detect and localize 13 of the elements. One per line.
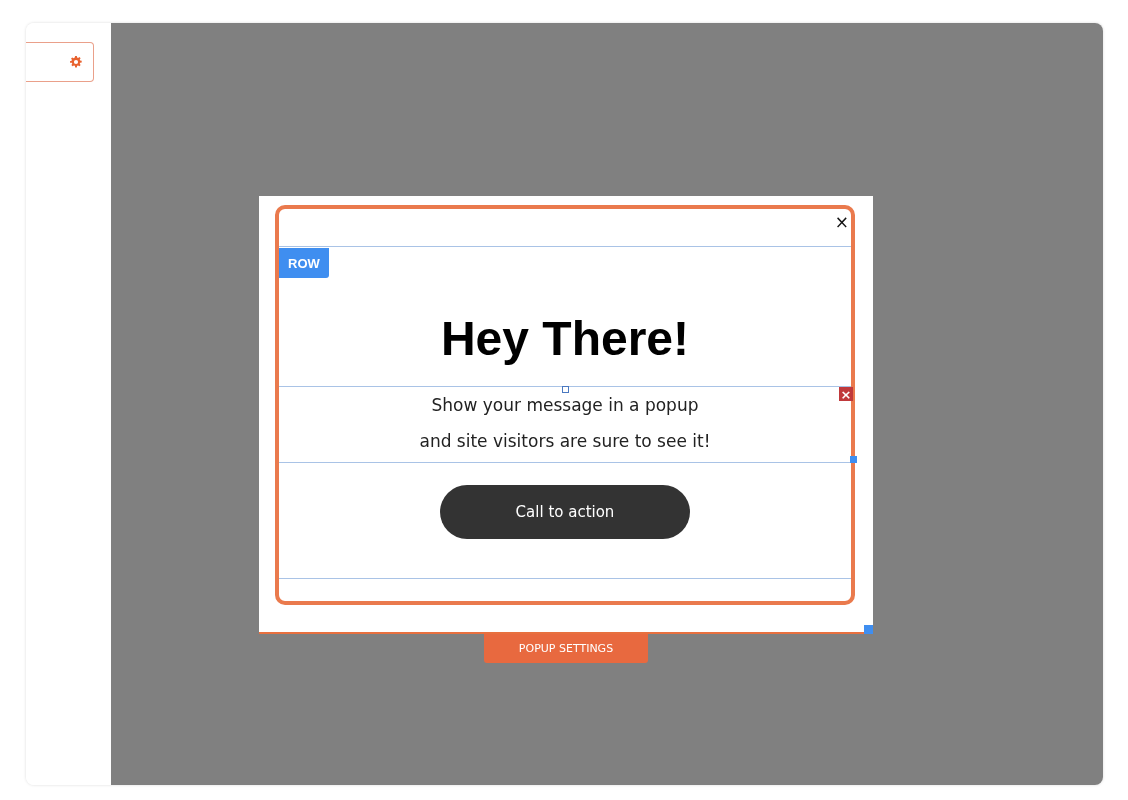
delete-button[interactable]: ×: [839, 387, 853, 401]
popup-heading: Hey There!: [440, 310, 690, 366]
close-button[interactable]: ×: [834, 215, 851, 229]
resize-handle[interactable]: [864, 625, 873, 634]
message-text: Show your message in a popup: [430, 394, 700, 416]
gear-icon: [70, 56, 82, 68]
settings-tab[interactable]: [26, 42, 94, 82]
message-text: and site visitors are sure to see it!: [419, 430, 711, 452]
call-to-action-button[interactable]: Call to action: [440, 485, 690, 539]
resize-handle[interactable]: [850, 456, 857, 463]
resize-handle[interactable]: [562, 386, 569, 393]
popup-settings-button[interactable]: POPUP SETTINGS: [484, 634, 648, 663]
row-label[interactable]: ROW: [279, 248, 329, 278]
